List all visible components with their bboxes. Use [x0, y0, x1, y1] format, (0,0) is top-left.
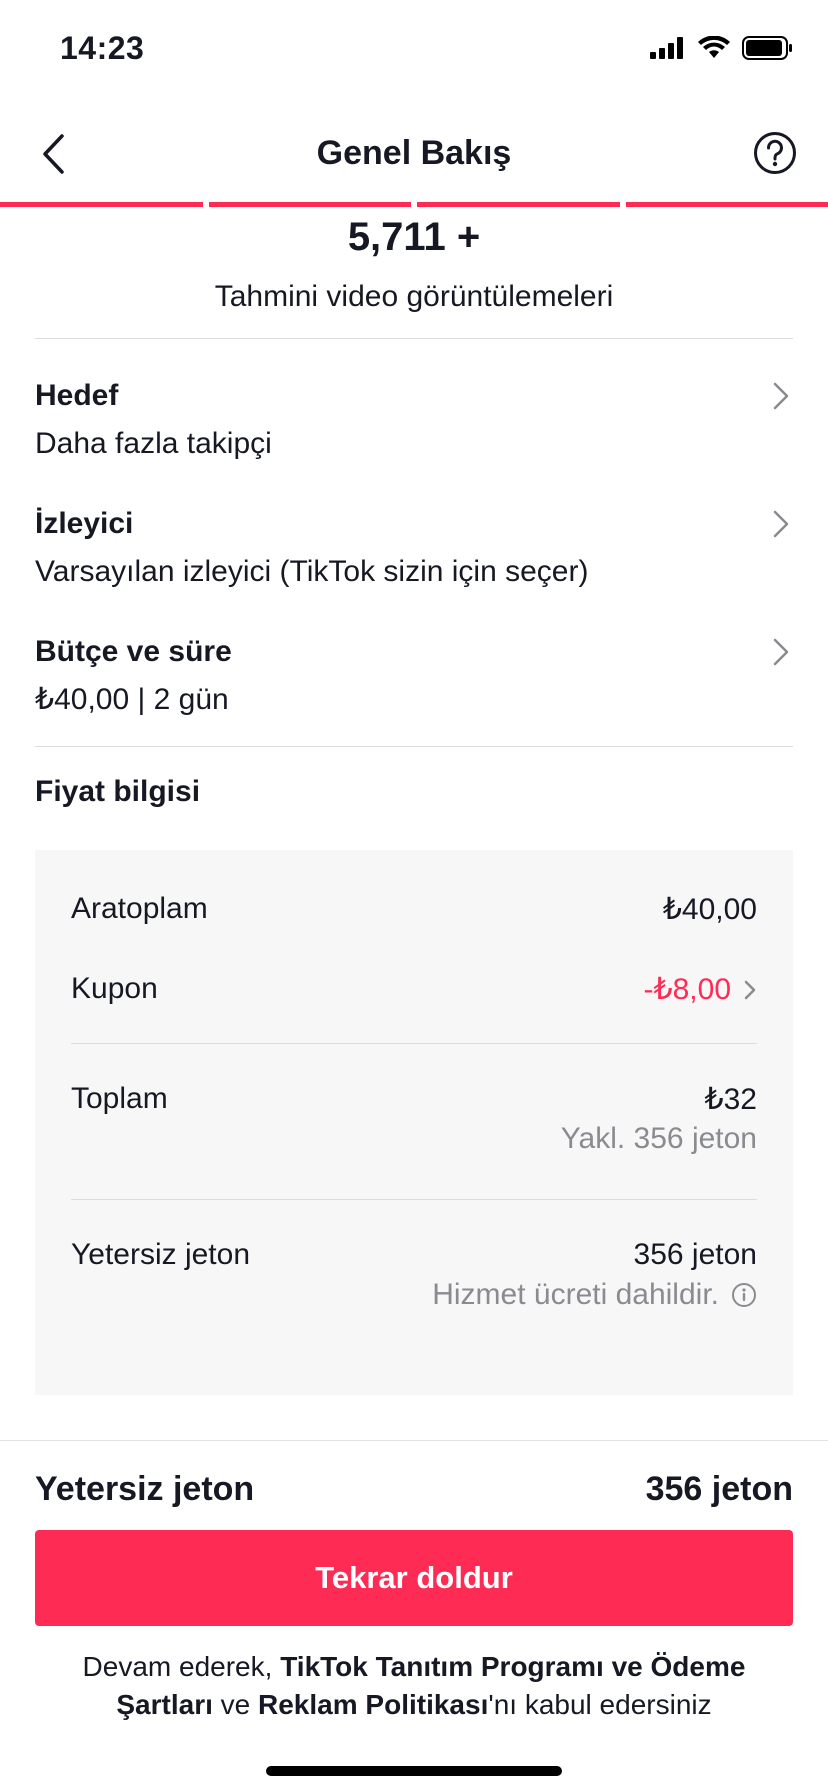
estimated-views-value: 5,711 + — [347, 215, 481, 259]
coupon-label: Kupon — [71, 972, 158, 1005]
status-time: 14:23 — [60, 30, 145, 66]
coupon-value: -₺8,00 — [643, 973, 731, 1006]
footer-divider — [0, 1440, 828, 1441]
progress-step — [208, 202, 411, 207]
insufficient-coins-row: Yetersiz jeton 356 jeton Hizmet ücreti d… — [71, 1238, 757, 1318]
setting-row-audience[interactable]: İzleyici Varsayılan izleyici (TikTok siz… — [35, 506, 793, 606]
status-bar: 14:23 — [0, 0, 828, 100]
setting-row-budget[interactable]: Bütçe ve süre ₺40,00 | 2 gün — [35, 634, 793, 734]
divider — [71, 1199, 757, 1200]
total-row: Toplam ₺32 Yakl. 356 jeton — [71, 1082, 757, 1162]
setting-title: Hedef — [35, 379, 119, 412]
terms-link-ad-policy[interactable]: Reklam Politikası — [258, 1689, 488, 1720]
coupon-value-group: -₺8,00 — [644, 972, 757, 1007]
insufficient-coins-value: 356 jeton — [633, 1238, 757, 1271]
chevron-right-icon — [773, 638, 789, 666]
help-button[interactable] — [752, 130, 798, 176]
insufficient-coins-label: Yetersiz jeton — [71, 1238, 251, 1271]
divider — [35, 338, 793, 339]
setting-title: Bütçe ve süre — [35, 635, 232, 668]
setting-title: İzleyici — [35, 507, 134, 540]
estimated-views-label: Tahmini video görüntülemeleri — [214, 280, 614, 313]
nav-bar: Genel Bakış — [0, 100, 828, 206]
subtotal-label: Aratoplam — [71, 892, 208, 925]
cellular-signal-icon — [650, 37, 683, 59]
setting-value: Varsayılan izleyici (TikTok sizin için s… — [35, 555, 589, 588]
terms-prefix: Devam ederek, — [82, 1651, 281, 1682]
chevron-right-icon — [773, 382, 789, 410]
price-info-title: Fiyat bilgisi — [35, 775, 201, 808]
divider — [71, 1043, 757, 1044]
home-indicator — [266, 1766, 562, 1776]
battery-icon — [742, 36, 792, 60]
terms-mid: ve — [212, 1689, 259, 1720]
terms-text: Devam ederek, TikTok Tanıtım Programı ve… — [35, 1648, 793, 1724]
estimate-block: 5,711 + Tahmini video görüntülemeleri — [0, 212, 828, 314]
setting-value: ₺40,00 | 2 gün — [35, 683, 229, 716]
wifi-icon — [698, 36, 730, 58]
page-title: Genel Bakış — [316, 134, 512, 172]
progress-step — [0, 202, 203, 207]
recharge-button[interactable]: Tekrar doldur — [35, 1530, 793, 1626]
total-coin-note: Yakl. 356 jeton — [560, 1122, 757, 1155]
price-breakdown-panel: Aratoplam ₺40,00 Kupon -₺8,00 Toplam ₺32… — [35, 850, 793, 1395]
footer-summary: Yetersiz jeton 356 jeton — [35, 1470, 793, 1509]
total-value: ₺32 — [704, 1083, 757, 1116]
setting-value: Daha fazla takipçi — [35, 427, 272, 460]
help-icon — [754, 132, 796, 174]
divider — [35, 746, 793, 747]
service-fee-note-group: Hizmet ücreti dahildir. — [432, 1278, 757, 1312]
service-fee-note: Hizmet ücreti dahildir. — [432, 1278, 719, 1311]
chevron-right-icon — [773, 510, 789, 538]
status-icons — [650, 36, 794, 60]
terms-suffix: 'nı kabul edersiniz — [488, 1689, 712, 1720]
info-icon[interactable] — [731, 1282, 757, 1308]
progress-step — [417, 202, 620, 207]
step-progress-bar — [0, 202, 828, 208]
chevron-right-icon — [744, 980, 756, 999]
total-label: Toplam — [71, 1082, 168, 1115]
footer-insufficient-value: 356 jeton — [645, 1470, 793, 1508]
subtotal-value: ₺40,00 — [662, 893, 757, 926]
setting-row-goal[interactable]: Hedef Daha fazla takipçi — [35, 378, 793, 478]
progress-step — [625, 202, 828, 207]
footer-insufficient-label: Yetersiz jeton — [35, 1470, 255, 1508]
